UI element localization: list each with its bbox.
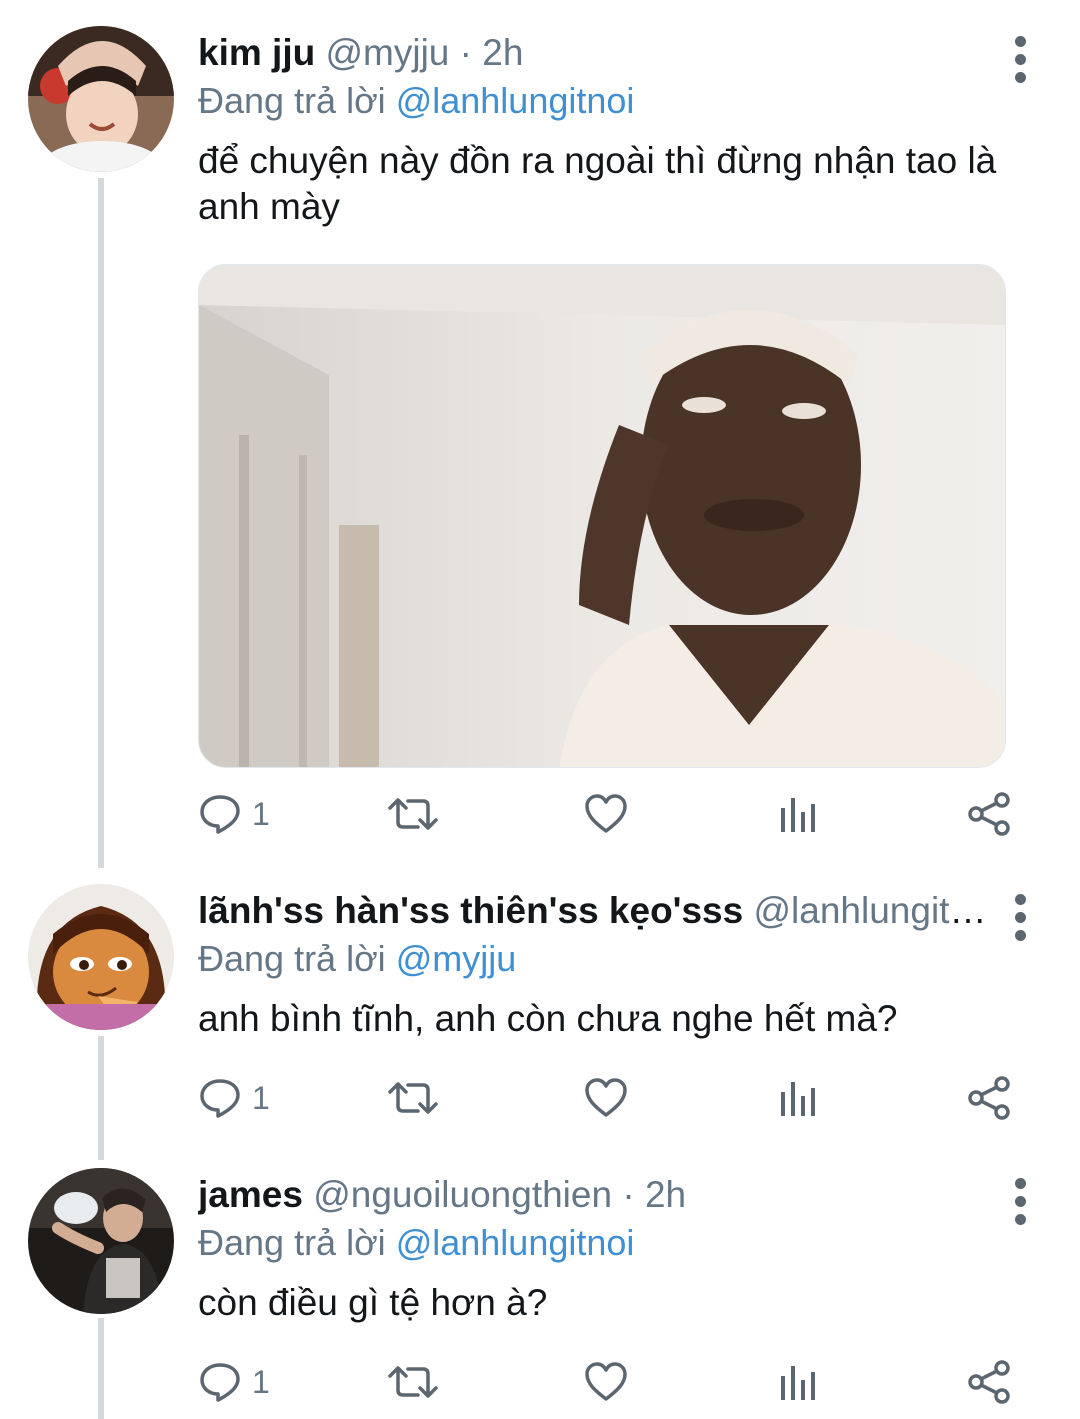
avatar[interactable] xyxy=(28,1168,174,1314)
retweet-icon xyxy=(388,1082,438,1114)
avatar[interactable] xyxy=(28,884,174,1030)
like-icon xyxy=(585,1078,627,1117)
reply-button[interactable]: 1 xyxy=(198,784,270,844)
reply-mention-link[interactable]: @lanhlungitnoi xyxy=(396,80,635,121)
tweet[interactable]: kim jju @myjju · 2h Đang trả lời @lanhlu… xyxy=(0,0,1080,870)
retweet-icon xyxy=(388,798,438,830)
reply-mention-link[interactable]: @myjju xyxy=(396,938,517,979)
tweet-text: còn điều gì tệ hơn à? xyxy=(198,1282,548,1323)
reply-button[interactable]: 1 xyxy=(198,1068,270,1128)
tweet-header: james @nguoiluongthien · 2h xyxy=(198,1172,1000,1218)
reply-context: Đang trả lời @lanhlungitnoi xyxy=(198,78,634,124)
reply-icon xyxy=(200,1079,240,1118)
share-icon xyxy=(968,1360,1010,1404)
tweet[interactable]: lãnh'ss hàn'ss thiên'ss kẹo'sss @lanhlun… xyxy=(0,858,1080,1148)
analytics-button[interactable] xyxy=(778,1068,818,1128)
reply-count: 1 xyxy=(252,1079,270,1116)
retweet-button[interactable] xyxy=(388,1352,438,1412)
separator: · xyxy=(622,1174,635,1215)
display-name[interactable]: kim jju xyxy=(198,32,315,73)
tweet-text: anh bình tĩnh, anh còn chưa nghe hết mà? xyxy=(198,998,898,1039)
timestamp[interactable]: 2h xyxy=(645,1174,686,1215)
tweet-header: lãnh'ss hàn'ss thiên'ss kẹo'sss @lanhlun… xyxy=(198,888,1000,934)
share-icon xyxy=(968,792,1010,836)
analytics-button[interactable] xyxy=(778,1352,818,1412)
tweet-media-image[interactable] xyxy=(198,264,1006,768)
share-button[interactable] xyxy=(968,784,1012,844)
reply-prefix: Đang trả lời xyxy=(198,1222,396,1263)
tweet-header: kim jju @myjju · 2h xyxy=(198,30,1000,76)
user-handle[interactable]: @lanhlungitn... xyxy=(754,890,1001,931)
share-button[interactable] xyxy=(968,1352,1012,1412)
reply-count: 1 xyxy=(252,795,270,832)
retweet-button[interactable] xyxy=(388,784,438,844)
reply-context: Đang trả lời @lanhlungitnoi xyxy=(198,1220,634,1266)
more-options-icon[interactable] xyxy=(1008,1172,1034,1232)
more-options-icon[interactable] xyxy=(1008,30,1034,90)
like-icon xyxy=(585,1362,627,1401)
display-name[interactable]: james xyxy=(198,1174,303,1215)
reply-mention-link[interactable]: @lanhlungitnoi xyxy=(396,1222,635,1263)
share-icon xyxy=(968,1076,1010,1120)
analytics-button[interactable] xyxy=(778,784,818,844)
avatar[interactable] xyxy=(28,26,174,172)
analytics-icon xyxy=(781,1366,815,1400)
reply-prefix: Đang trả lời xyxy=(198,938,396,979)
more-options-icon[interactable] xyxy=(1008,888,1034,948)
tweet[interactable]: james @nguoiluongthien · 2h Đang trả lời… xyxy=(0,1142,1080,1419)
analytics-icon xyxy=(781,1082,815,1116)
reply-count: 1 xyxy=(252,1363,270,1400)
analytics-icon xyxy=(781,798,815,832)
share-button[interactable] xyxy=(968,1068,1012,1128)
user-handle[interactable]: @nguoiluongthien xyxy=(313,1174,612,1215)
reply-button[interactable]: 1 xyxy=(198,1352,270,1412)
display-name[interactable]: lãnh'ss hàn'ss thiên'ss kẹo'sss xyxy=(198,890,743,931)
tweet-actions: 1 xyxy=(198,1068,1028,1128)
reply-icon xyxy=(200,795,240,834)
reply-icon xyxy=(200,1363,240,1402)
reply-context: Đang trả lời @myjju xyxy=(198,936,516,982)
like-icon xyxy=(585,794,627,833)
like-button[interactable] xyxy=(584,784,628,844)
tweet-actions: 1 xyxy=(198,1352,1028,1412)
retweet-button[interactable] xyxy=(388,1068,438,1128)
retweet-icon xyxy=(388,1366,438,1398)
timestamp[interactable]: 2h xyxy=(482,32,523,73)
like-button[interactable] xyxy=(584,1068,628,1128)
separator: · xyxy=(459,32,472,73)
reply-prefix: Đang trả lời xyxy=(198,80,396,121)
like-button[interactable] xyxy=(584,1352,628,1412)
user-handle[interactable]: @myjju xyxy=(325,32,449,73)
tweet-text: để chuyện này đồn ra ngoài thì đừng nhận… xyxy=(198,140,997,227)
tweet-actions: 1 xyxy=(198,784,1028,844)
